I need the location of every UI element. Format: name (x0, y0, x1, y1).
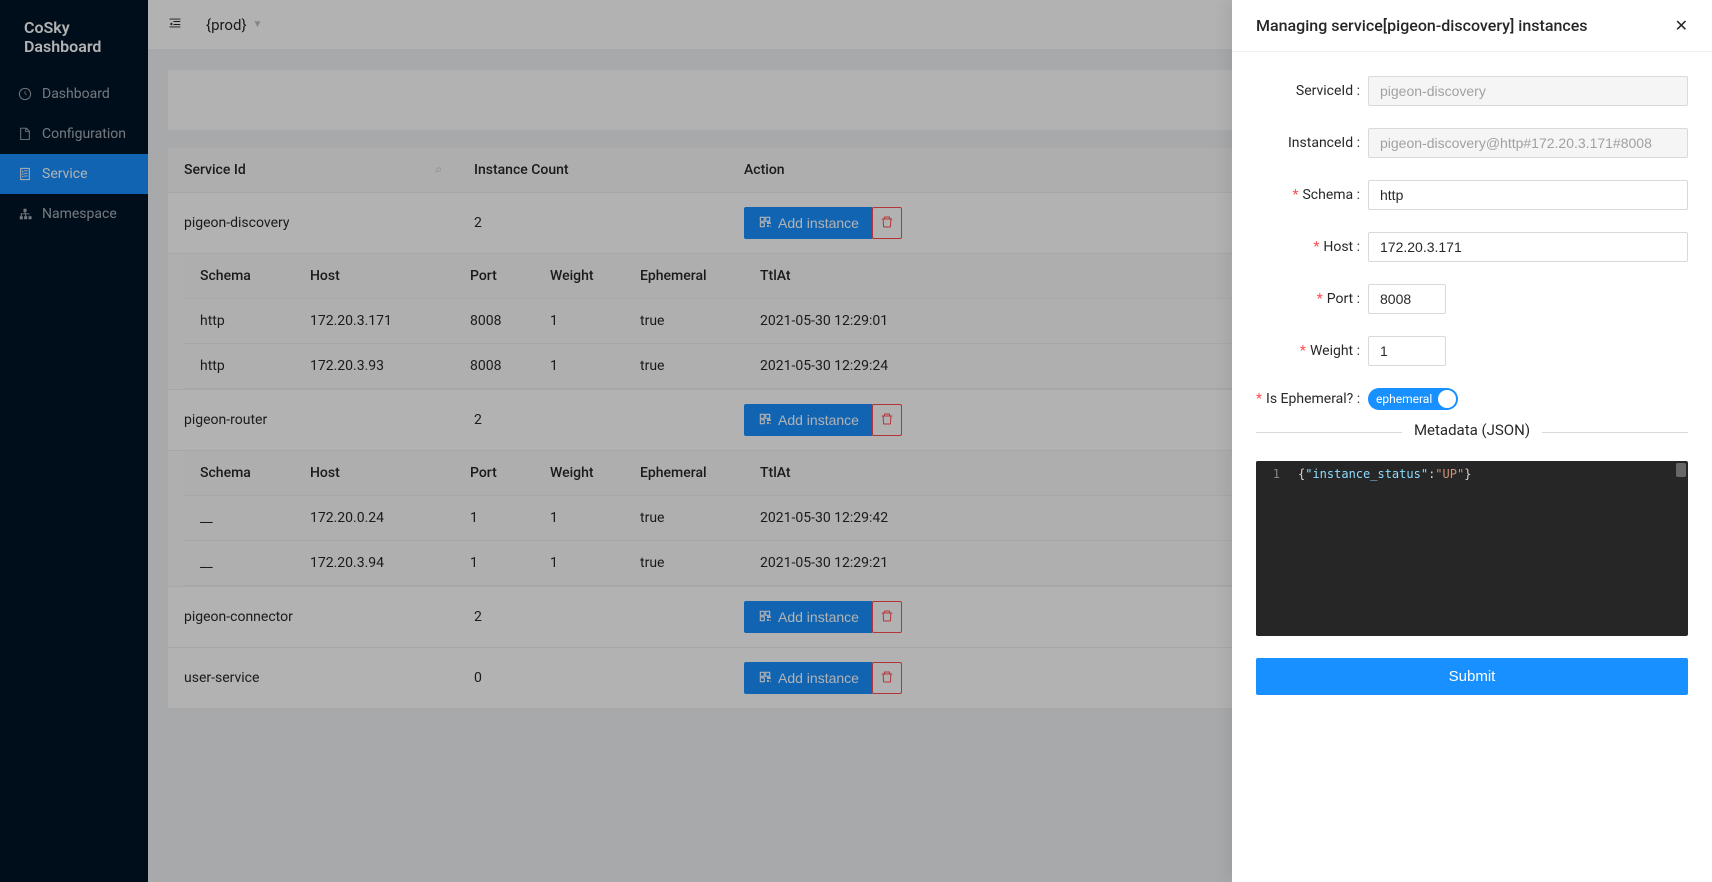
port-input[interactable] (1368, 284, 1446, 314)
weight-input[interactable] (1368, 336, 1446, 366)
service-id-input (1368, 76, 1688, 106)
label-port: *Port : (1256, 291, 1368, 307)
label-host: *Host : (1256, 239, 1368, 255)
switch-knob (1438, 390, 1456, 408)
instance-drawer: Managing service[pigeon-discovery] insta… (1232, 0, 1712, 882)
drawer-title: Managing service[pigeon-discovery] insta… (1256, 16, 1588, 35)
label-service-id: ServiceId : (1256, 83, 1368, 99)
host-input[interactable] (1368, 232, 1688, 262)
label-instance-id: InstanceId : (1256, 135, 1368, 151)
label-weight: *Weight : (1256, 343, 1368, 359)
editor-scrollbar[interactable] (1676, 463, 1686, 477)
label-schema: *Schema : (1256, 187, 1368, 203)
close-icon[interactable]: ✕ (1675, 16, 1688, 35)
metadata-legend: Metadata (JSON) (1402, 421, 1542, 439)
submit-button[interactable]: Submit (1256, 658, 1688, 695)
metadata-editor[interactable]: 1 {"instance_status":"UP"} (1256, 461, 1688, 636)
code-content: {"instance_status":"UP"} (1290, 461, 1688, 636)
instance-id-input (1368, 128, 1688, 158)
code-line-number: 1 (1256, 461, 1290, 636)
schema-input[interactable] (1368, 180, 1688, 210)
label-ephemeral: *Is Ephemeral? : (1256, 391, 1368, 407)
ephemeral-toggle[interactable]: ephemeral (1368, 388, 1458, 410)
